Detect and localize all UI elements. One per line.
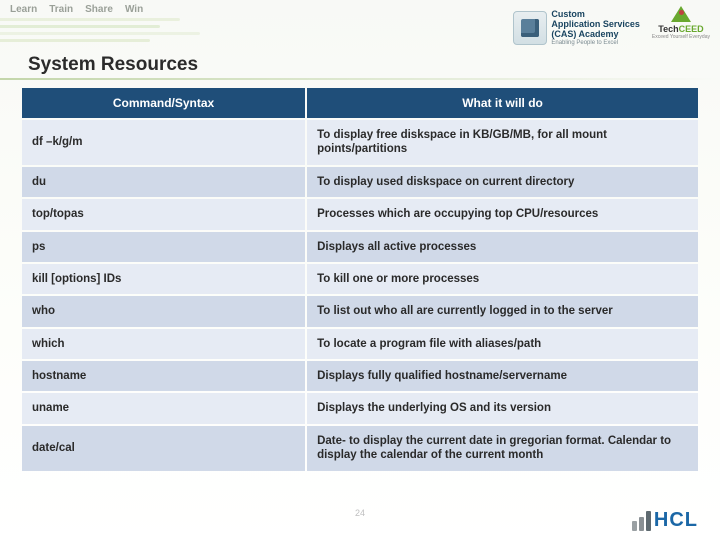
cas-cube-icon <box>513 11 547 45</box>
cell-description: Date- to display the current date in gre… <box>307 426 698 471</box>
cell-description: Processes which are occupying top CPU/re… <box>307 199 698 229</box>
top-banner: Learn Train Share Win Custom Application… <box>0 0 720 60</box>
techceed-name-a: Tech <box>658 24 678 34</box>
cas-line: (CAS) Academy <box>551 30 640 40</box>
banner-word: Learn <box>10 4 37 15</box>
table-row: top/topasProcesses which are occupying t… <box>22 199 698 229</box>
hcl-text: HCL <box>654 509 698 532</box>
page-number: 24 <box>355 508 365 518</box>
table-row: hostnameDisplays fully qualified hostnam… <box>22 361 698 391</box>
cell-command: uname <box>22 393 305 423</box>
cell-command: hostname <box>22 361 305 391</box>
cell-description: Displays all active processes <box>307 232 698 262</box>
col-header-command: Command/Syntax <box>22 88 305 118</box>
cell-command: du <box>22 167 305 197</box>
cell-command: who <box>22 296 305 326</box>
cell-command: date/cal <box>22 426 305 471</box>
triangle-icon <box>671 6 691 22</box>
cell-description: To locate a program file with aliases/pa… <box>307 329 698 359</box>
cas-tagline: Enabling People to Excel <box>551 40 640 47</box>
col-header-desc: What it will do <box>307 88 698 118</box>
cell-description: To kill one or more processes <box>307 264 698 294</box>
banner-word: Win <box>125 4 143 15</box>
cas-academy-logo: Custom Application Services (CAS) Academ… <box>513 6 640 50</box>
cell-description: Displays the underlying OS and its versi… <box>307 393 698 423</box>
techceed-tagline: Exceed Yourself Everyday <box>652 34 710 40</box>
cell-command: which <box>22 329 305 359</box>
cell-description: Displays fully qualified hostname/server… <box>307 361 698 391</box>
hcl-logo: HCL <box>632 509 698 532</box>
table-container: Command/Syntax What it will do df –k/g/m… <box>0 86 720 473</box>
table-row: whichTo locate a program file with alias… <box>22 329 698 359</box>
table-row: whoTo list out who all are currently log… <box>22 296 698 326</box>
table-header-row: Command/Syntax What it will do <box>22 88 698 118</box>
table-row: psDisplays all active processes <box>22 232 698 262</box>
logo-group: Custom Application Services (CAS) Academ… <box>513 6 710 50</box>
cell-command: ps <box>22 232 305 262</box>
title-underline <box>0 78 720 80</box>
table-row: unameDisplays the underlying OS and its … <box>22 393 698 423</box>
hcl-bars-icon <box>632 511 651 531</box>
cell-description: To display used diskspace on current dir… <box>307 167 698 197</box>
cell-description: To display free diskspace in KB/GB/MB, f… <box>307 120 698 165</box>
cell-description: To list out who all are currently logged… <box>307 296 698 326</box>
table-row: df –k/g/mTo display free diskspace in KB… <box>22 120 698 165</box>
cell-command: top/topas <box>22 199 305 229</box>
table-row: date/calDate- to display the current dat… <box>22 426 698 471</box>
cell-command: kill [options] IDs <box>22 264 305 294</box>
cell-command: df –k/g/m <box>22 120 305 165</box>
decorative-stripes <box>0 18 200 54</box>
banner-word: Share <box>85 4 113 15</box>
banner-word: Train <box>49 4 73 15</box>
commands-table: Command/Syntax What it will do df –k/g/m… <box>20 86 700 473</box>
table-row: kill [options] IDsTo kill one or more pr… <box>22 264 698 294</box>
table-row: duTo display used diskspace on current d… <box>22 167 698 197</box>
techceed-logo: TechCEED Exceed Yourself Everyday <box>652 6 710 50</box>
techceed-name-b: CEED <box>679 24 704 34</box>
